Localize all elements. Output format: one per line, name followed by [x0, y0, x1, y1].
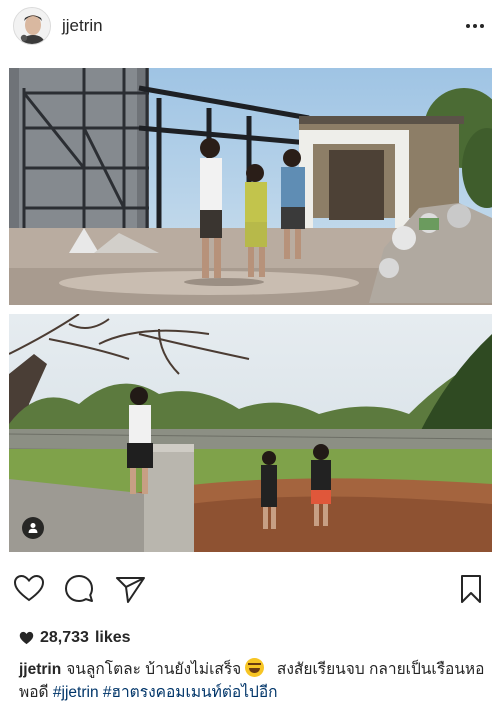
bookmark-icon[interactable] [454, 572, 488, 606]
more-options-icon[interactable] [462, 14, 488, 38]
heart-icon [19, 631, 34, 645]
post-caption: jjetrin จนลูกโตละ บ้านยังไม่เสร็จ สงสัยเร… [19, 658, 489, 704]
heart-icon[interactable] [12, 572, 46, 606]
caption-username[interactable]: jjetrin [19, 661, 61, 678]
post-username[interactable]: jjetrin [62, 16, 103, 36]
likes-count[interactable]: 28,733 likes [19, 629, 131, 647]
comment-icon[interactable] [62, 572, 96, 606]
likes-number: 28,733 [40, 629, 89, 646]
post-photo-field[interactable] [9, 314, 492, 552]
post-header: jjetrin [0, 0, 500, 54]
paper-plane-icon[interactable] [113, 572, 147, 606]
avatar[interactable] [13, 7, 51, 45]
face-with-tears-of-joy-icon [245, 658, 265, 677]
post-photo-construction[interactable] [9, 68, 492, 305]
post-actions [0, 570, 500, 606]
caption-text-1: จนลูกโตละ บ้านยังไม่เสร็จ [66, 661, 242, 678]
hashtag-link[interactable]: #jjetrin [53, 684, 99, 701]
likes-label: likes [94, 629, 131, 646]
person-icon[interactable] [22, 517, 44, 539]
hashtag-link[interactable]: #ฮาตรงคอมเมนท์ต่อไปอีก [103, 684, 278, 701]
